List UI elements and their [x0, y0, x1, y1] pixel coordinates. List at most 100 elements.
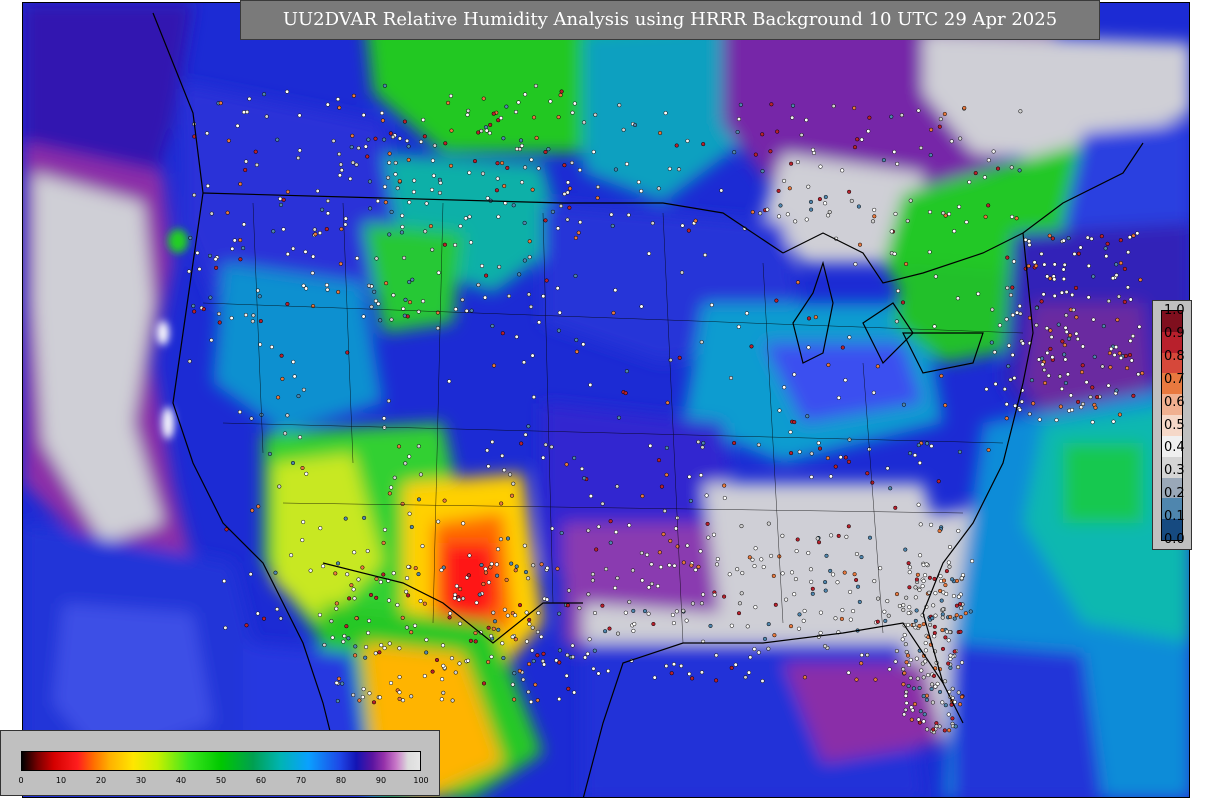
- station-dot-icon: [382, 137, 387, 142]
- station-dot-icon: [912, 702, 917, 707]
- station-dot-icon: [766, 521, 771, 526]
- station-dot-icon: [836, 395, 841, 400]
- station-dot-icon: [416, 497, 422, 502]
- station-dot-icon: [701, 592, 706, 597]
- station-dot-icon: [903, 642, 908, 647]
- station-dot-icon: [932, 624, 937, 629]
- station-dot-icon: [280, 376, 285, 381]
- station-dot-icon: [281, 197, 286, 202]
- station-dot-icon: [639, 304, 644, 309]
- station-dot-icon: [378, 318, 383, 323]
- station-dot-icon: [489, 654, 494, 659]
- station-dot-icon: [708, 623, 713, 628]
- rh-tick-label: 50: [215, 776, 227, 785]
- station-dot-icon: [1114, 262, 1119, 267]
- station-dot-icon: [759, 557, 764, 562]
- station-dot-icon: [565, 180, 571, 185]
- station-dot-icon: [658, 130, 663, 136]
- station-dot-icon: [1115, 317, 1120, 322]
- station-dot-icon: [405, 138, 410, 143]
- station-dot-icon: [982, 175, 987, 180]
- station-dot-icon: [543, 442, 548, 447]
- station-dot-icon: [1138, 277, 1143, 282]
- station-dot-icon: [341, 639, 346, 644]
- station-dot-icon: [806, 345, 811, 350]
- station-dot-icon: [463, 216, 468, 221]
- station-dot-icon: [750, 210, 755, 215]
- station-dot-icon: [516, 100, 521, 105]
- station-dot-icon: [847, 437, 852, 442]
- station-dot-icon: [514, 334, 519, 339]
- station-dot-icon: [531, 115, 537, 120]
- station-dot-icon: [574, 337, 579, 342]
- station-dot-icon: [681, 608, 686, 613]
- station-dot-icon: [914, 577, 919, 582]
- station-dot-icon: [500, 331, 505, 336]
- station-dot-icon: [476, 282, 481, 287]
- station-dot-icon: [1027, 242, 1032, 247]
- station-dot-icon: [940, 628, 945, 633]
- station-dot-icon: [254, 162, 259, 167]
- station-dot-icon: [938, 117, 943, 122]
- station-dot-icon: [258, 319, 263, 324]
- station-dot-icon: [519, 441, 524, 446]
- station-dot-icon: [522, 543, 527, 548]
- station-dot-icon: [1128, 338, 1133, 343]
- station-dot-icon: [1091, 274, 1096, 279]
- station-dot-icon: [406, 157, 411, 162]
- station-dot-icon: [531, 659, 536, 664]
- station-dot-icon: [331, 138, 336, 143]
- station-dot-icon: [292, 374, 297, 379]
- station-dot-icon: [1079, 370, 1085, 375]
- station-dot-icon: [1066, 336, 1072, 341]
- station-dot-icon: [740, 571, 745, 576]
- station-dot-icon: [873, 677, 878, 682]
- station-dot-icon: [496, 627, 501, 632]
- station-dot-icon: [736, 611, 742, 616]
- station-dot-icon: [556, 115, 561, 120]
- station-dot-icon: [799, 132, 804, 138]
- station-dot-icon: [397, 646, 402, 651]
- station-dot-icon: [790, 103, 796, 108]
- station-dot-icon: [495, 161, 500, 166]
- station-dot-icon: [407, 511, 412, 516]
- station-dot-icon: [311, 304, 316, 309]
- station-dot-icon: [913, 585, 918, 590]
- station-dot-icon: [1125, 285, 1130, 290]
- station-dot-icon: [912, 453, 918, 458]
- station-dot-icon: [1084, 380, 1089, 385]
- station-dot-icon: [698, 473, 704, 478]
- station-dot-icon: [930, 616, 935, 621]
- station-dot-icon: [397, 696, 402, 701]
- obs-tick-label: 0.0: [1164, 532, 1185, 547]
- station-dot-icon: [947, 630, 953, 635]
- obs-tick-label: 0.9: [1164, 325, 1185, 341]
- station-dot-icon: [1073, 285, 1079, 290]
- station-dot-icon: [391, 293, 396, 298]
- station-dot-icon: [1034, 323, 1039, 328]
- station-dot-icon: [885, 599, 890, 604]
- station-dot-icon: [557, 697, 562, 702]
- station-dot-icon: [646, 585, 651, 590]
- station-dot-icon: [486, 464, 491, 469]
- station-dot-icon: [467, 553, 472, 558]
- station-dot-icon: [1112, 352, 1117, 358]
- station-dot-icon: [436, 519, 441, 524]
- station-dot-icon: [920, 584, 925, 589]
- station-dot-icon: [714, 562, 720, 567]
- station-dot-icon: [317, 230, 323, 236]
- station-dot-icon: [490, 323, 495, 329]
- station-dot-icon: [956, 690, 961, 695]
- station-dot-icon: [570, 110, 575, 115]
- station-dot-icon: [709, 302, 714, 308]
- station-dot-icon: [395, 602, 400, 608]
- station-dot-icon: [400, 213, 405, 218]
- station-dot-icon: [422, 601, 427, 606]
- station-dot-icon: [366, 283, 372, 288]
- station-dot-icon: [664, 445, 669, 450]
- station-dot-icon: [399, 230, 404, 235]
- station-dot-icon: [804, 117, 809, 123]
- station-dot-icon: [333, 571, 338, 576]
- station-dot-icon: [843, 455, 848, 460]
- station-dot-icon: [688, 498, 693, 503]
